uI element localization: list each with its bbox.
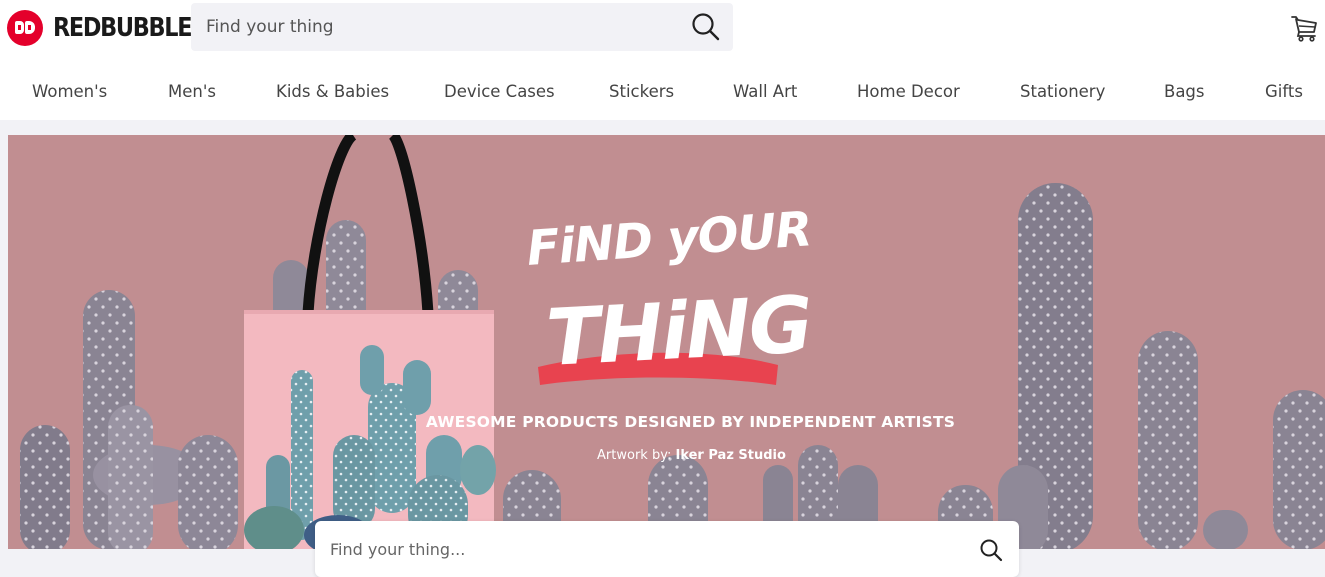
hero-headline-line2: THiNG	[544, 280, 813, 384]
artwork-credit: Artwork by: Iker Paz Studio	[8, 448, 1325, 463]
category-nav: Women's Men's Kids & Babies Device Cases…	[0, 62, 1325, 120]
hero-banner[interactable]: FiND yOUR THiNG AWESOME PRODUCTS DESIGNE…	[8, 135, 1325, 549]
search-icon[interactable]	[691, 12, 721, 42]
nav-item-mens[interactable]: Men's	[168, 82, 216, 101]
hero-search-bar	[315, 521, 1019, 577]
hero-search-icon[interactable]	[979, 538, 1003, 562]
site-header: REDBUBBLE	[0, 0, 1325, 60]
cactus-right-group	[998, 183, 1325, 549]
logo-wordmark: REDBUBBLE	[53, 13, 193, 43]
nav-item-stationery[interactable]: Stationery	[1020, 82, 1105, 101]
credit-prefix: Artwork by:	[597, 448, 672, 463]
nav-item-device-cases[interactable]: Device Cases	[444, 82, 555, 101]
nav-item-gifts[interactable]: Gifts	[1265, 82, 1303, 101]
nav-item-womens[interactable]: Women's	[32, 82, 107, 101]
cart-icon[interactable]	[1290, 13, 1320, 43]
nav-item-home-decor[interactable]: Home Decor	[857, 82, 960, 101]
hero-tagline: AWESOME PRODUCTS DESIGNED BY INDEPENDENT…	[425, 413, 956, 431]
redbubble-logo[interactable]: REDBUBBLE	[7, 9, 214, 47]
nav-item-stickers[interactable]: Stickers	[609, 82, 674, 101]
nav-item-bags[interactable]: Bags	[1164, 82, 1205, 101]
redbubble-logo-icon	[7, 10, 43, 46]
nav-item-kids-babies[interactable]: Kids & Babies	[276, 82, 389, 101]
credit-artist[interactable]: Iker Paz Studio	[675, 448, 785, 463]
header-search-bar	[191, 3, 733, 51]
nav-item-wall-art[interactable]: Wall Art	[733, 82, 797, 101]
hero-headline: FiND yOUR THiNG	[525, 205, 813, 384]
header-search-input[interactable]	[191, 3, 671, 51]
hero-search-input[interactable]	[315, 521, 955, 577]
hero-headline-line1: FiND yOUR	[525, 205, 813, 277]
